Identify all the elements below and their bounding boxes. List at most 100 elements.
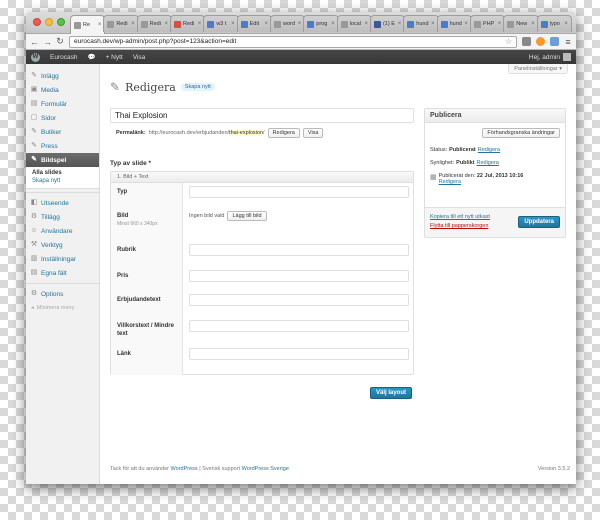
edit-permalink-button[interactable]: Redigera [267, 128, 300, 138]
view-post-button[interactable]: Visa [302, 128, 324, 138]
browser-tab[interactable]: prog × [303, 15, 339, 32]
add-image-button[interactable]: Lägg till bild [227, 211, 267, 221]
tab-close-icon[interactable]: × [398, 21, 402, 27]
close-window-button[interactable] [33, 18, 41, 26]
minimize-window-button[interactable] [45, 18, 53, 26]
browser-tab[interactable]: (1) E × [369, 15, 406, 32]
sidebar-item[interactable]: ✎ Press [26, 139, 99, 153]
sidebar-item[interactable]: ✎ Inlägg [26, 69, 99, 83]
greeting-text[interactable]: Hej, admin [529, 54, 560, 61]
back-arrow-icon[interactable]: ← [30, 37, 39, 47]
copy-to-draft-link[interactable]: Kopiera till ett nytt utkast [430, 214, 490, 220]
menu-icon[interactable]: ≡ [564, 37, 572, 47]
tab-title[interactable]: hund [450, 21, 463, 27]
tab-close-icon[interactable]: × [331, 21, 335, 27]
tab-close-icon[interactable]: × [364, 21, 368, 27]
address-bar[interactable]: eurocash.dev/wp-admin/post.php?post=123&… [69, 35, 517, 48]
browser-tab[interactable]: Re × [70, 15, 106, 34]
forward-arrow-icon[interactable]: → [43, 37, 52, 47]
browser-tab[interactable]: Edit × [236, 15, 272, 32]
browser-tab[interactable]: Redi × [136, 15, 172, 32]
edit-status-link[interactable]: Redigera [478, 147, 500, 153]
tab-title[interactable]: Redi [116, 21, 129, 27]
post-title-input[interactable]: Thai Explosion [110, 108, 414, 123]
submenu-item[interactable]: Skapa nytt [26, 177, 99, 185]
comments-icon[interactable]: 💬 [87, 53, 95, 61]
tab-close-icon[interactable]: × [531, 21, 535, 27]
add-new-button[interactable]: Skapa nytt [180, 83, 215, 91]
sidebar-item[interactable]: ▤ Formulär [26, 97, 99, 111]
extension-icon[interactable] [550, 37, 559, 46]
update-button[interactable]: Uppdatera [518, 216, 560, 228]
tab-close-icon[interactable]: × [98, 22, 102, 28]
tab-title[interactable]: Redi [150, 21, 163, 27]
browser-tab[interactable]: Redi × [103, 15, 139, 32]
wordpress-link[interactable]: WordPress [171, 466, 198, 472]
reload-icon[interactable]: ↻ [56, 36, 64, 47]
tab-title[interactable]: hund [416, 21, 429, 27]
tab-title[interactable]: New [516, 21, 529, 27]
tab-close-icon[interactable]: × [198, 21, 202, 27]
avatar[interactable] [563, 53, 571, 61]
field-input[interactable] [189, 348, 409, 360]
tab-close-icon[interactable]: × [164, 21, 168, 27]
sidebar-item[interactable]: ▤ Egna fält [26, 266, 99, 280]
field-input[interactable] [189, 186, 409, 198]
site-name-link[interactable]: Eurocash [50, 54, 77, 61]
new-content-link[interactable]: + Nytt [106, 54, 123, 61]
tab-close-icon[interactable]: × [564, 21, 568, 27]
sidebar-item[interactable]: ⚙ Options [26, 287, 99, 301]
tab-close-icon[interactable]: × [131, 21, 135, 27]
view-link[interactable]: Visa [133, 54, 146, 61]
tab-title[interactable]: Redi [183, 21, 196, 27]
field-input[interactable] [189, 270, 409, 282]
tab-title[interactable]: typo [550, 21, 563, 27]
tab-close-icon[interactable]: × [498, 21, 502, 27]
tab-close-icon[interactable]: × [264, 21, 268, 27]
tab-title[interactable]: (1) E [383, 21, 396, 27]
tab-title[interactable]: w3 t [216, 21, 229, 27]
move-to-trash-link[interactable]: Flytta till papperskorgen [430, 223, 488, 229]
bookmark-star-icon[interactable]: ☆ [505, 37, 512, 46]
field-input[interactable] [189, 320, 409, 332]
collapse-menu-button[interactable]: ◂ Minimera meny [26, 305, 99, 311]
browser-tab[interactable]: local × [336, 15, 372, 32]
firebug-extension-icon[interactable] [536, 37, 545, 46]
tab-close-icon[interactable]: × [298, 21, 302, 27]
browser-tab[interactable]: hund × [436, 15, 472, 32]
browser-tab[interactable]: w3 t × [203, 15, 239, 32]
wrench-extension-icon[interactable] [522, 37, 531, 46]
tab-title[interactable]: local [350, 21, 363, 27]
browser-tab[interactable]: Redi × [169, 15, 206, 32]
sidebar-item[interactable]: ⚙ Tillägg [26, 210, 99, 224]
browser-tab[interactable]: hund × [403, 15, 439, 32]
tab-close-icon[interactable]: × [464, 21, 468, 27]
browser-tab[interactable]: New × [503, 15, 539, 32]
edit-date-link[interactable]: Redigera [439, 179, 461, 185]
zoom-window-button[interactable] [57, 18, 65, 26]
tab-title[interactable]: PHP [483, 21, 496, 27]
sidebar-item[interactable]: ⚒ Verktyg [26, 238, 99, 252]
preview-changes-button[interactable]: Förhandsgranska ändringar [482, 128, 560, 138]
field-input[interactable] [189, 244, 409, 256]
wordpress-logo-icon[interactable]: W [31, 52, 40, 62]
submenu-item[interactable]: Alla slides [26, 169, 99, 177]
browser-tab[interactable]: typo × [536, 15, 572, 32]
screen-options-button[interactable]: Panelinställningar ▾ [508, 64, 568, 74]
sidebar-item[interactable]: ▢ Sidor [26, 111, 99, 125]
sidebar-item[interactable]: ◧ Utseende [26, 196, 99, 210]
field-input[interactable] [189, 294, 409, 306]
tab-title[interactable]: Re [83, 22, 96, 28]
sidebar-item[interactable]: ✎ Butiker [26, 125, 99, 139]
tab-close-icon[interactable]: × [231, 21, 235, 27]
choose-layout-button[interactable]: Välj layout [370, 387, 413, 399]
account-menu[interactable]: Hej, admin [529, 53, 571, 61]
browser-tab[interactable]: PHP × [469, 15, 506, 32]
wordpress-sverige-link[interactable]: WordPress Sverige [242, 466, 289, 472]
url-text[interactable]: eurocash.dev/wp-admin/post.php?post=123&… [74, 38, 236, 45]
permalink-slug[interactable]: thai-explosion [229, 130, 264, 136]
edit-visibility-link[interactable]: Redigera [477, 160, 499, 166]
tab-title[interactable]: Edit [250, 21, 263, 27]
sidebar-item[interactable]: ☺ Användare [26, 224, 99, 238]
sidebar-item[interactable]: ✎ Bildspel [26, 153, 99, 167]
